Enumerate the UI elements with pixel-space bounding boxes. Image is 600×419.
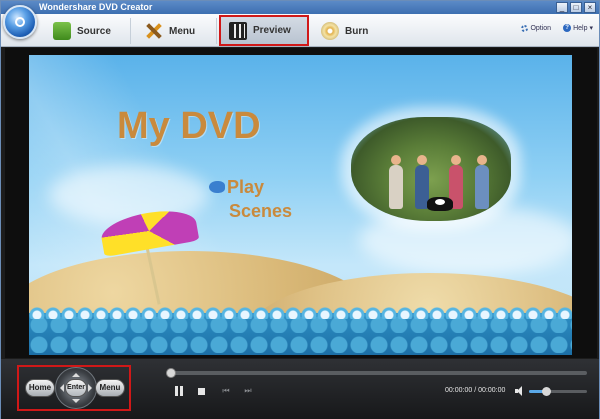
tab-source[interactable]: Source [45, 18, 131, 44]
photo-figure [389, 155, 403, 209]
dvd-title: My DVD [117, 105, 261, 147]
option-label: Option [530, 24, 552, 32]
app-window: Wondershare DVD Creator _ □ × Source Men… [0, 0, 600, 419]
current-time: 00:00:00 [445, 387, 473, 394]
maximize-button[interactable]: □ [570, 2, 582, 13]
menu-button[interactable]: Menu [95, 379, 125, 397]
option-button[interactable]: Option [521, 24, 551, 32]
time-separator: / [474, 387, 477, 394]
tab-preview[interactable]: Preview [219, 15, 309, 46]
title-bar[interactable]: Wondershare DVD Creator _ □ × [1, 1, 599, 14]
minimize-button[interactable]: _ [556, 2, 568, 13]
arrow-left-icon[interactable] [56, 384, 64, 392]
next-icon[interactable]: ⏭ [243, 386, 253, 396]
window-controls: _ □ × [556, 2, 596, 13]
tab-source-label: Source [77, 25, 111, 37]
menu-icon [145, 22, 163, 40]
preview-stage: My DVD Play Scenes [5, 48, 597, 358]
help-label: Help [573, 24, 588, 32]
main-toolbar: Source Menu Preview Burn Option ? Help ▾ [1, 5, 599, 47]
tab-menu-label: Menu [169, 25, 196, 37]
app-logo-icon[interactable] [3, 5, 37, 39]
volume-slider[interactable] [529, 387, 587, 396]
gear-icon [521, 24, 529, 32]
arrow-down-icon[interactable] [72, 399, 80, 407]
toolbar-right: Option ? Help ▾ [521, 24, 593, 32]
disc-icon [15, 17, 25, 27]
home-button[interactable]: Home [25, 379, 55, 397]
volume-handle[interactable] [542, 387, 552, 396]
scenes-menu-button[interactable]: Scenes [229, 201, 292, 222]
time-display: 00:00:00 / 00:00:00 [445, 387, 505, 394]
burn-icon [321, 22, 339, 40]
photo-dog [427, 197, 453, 211]
seek-handle[interactable] [166, 368, 176, 378]
tab-burn[interactable]: Burn [313, 18, 393, 44]
pause-icon[interactable] [174, 386, 184, 396]
tab-burn-label: Burn [345, 25, 369, 37]
fish-icon [209, 181, 225, 193]
enter-button[interactable]: Enter [65, 379, 87, 397]
play-menu-button[interactable]: Play [209, 177, 264, 197]
volume-icon[interactable] [515, 386, 525, 396]
photo-figure [475, 155, 489, 209]
arrow-up-icon[interactable] [72, 369, 80, 377]
help-button[interactable]: ? Help ▾ [563, 24, 593, 32]
window-title: Wondershare DVD Creator [39, 2, 153, 12]
total-time: 00:00:00 [478, 387, 506, 394]
menu-thumbnail-photo [351, 117, 511, 221]
preview-icon [229, 21, 247, 40]
stop-icon[interactable] [198, 388, 205, 395]
dvd-menu-preview: My DVD Play Scenes [29, 55, 572, 355]
seek-bar[interactable] [166, 368, 587, 378]
help-icon: ? [563, 24, 572, 32]
close-button[interactable]: × [584, 2, 596, 13]
waves [29, 307, 572, 355]
previous-icon[interactable]: ⏮ [221, 386, 231, 396]
source-icon [53, 22, 71, 40]
tab-preview-label: Preview [253, 25, 291, 36]
dvd-navigation-pad: Home Enter Menu [17, 365, 131, 411]
play-label: Play [227, 177, 265, 197]
tab-menu[interactable]: Menu [137, 18, 217, 44]
playback-controls: Home Enter Menu ⏮ ⏭ 00:00:00 / 00:00:00 [1, 359, 599, 419]
chevron-down-icon: ▾ [589, 25, 593, 32]
